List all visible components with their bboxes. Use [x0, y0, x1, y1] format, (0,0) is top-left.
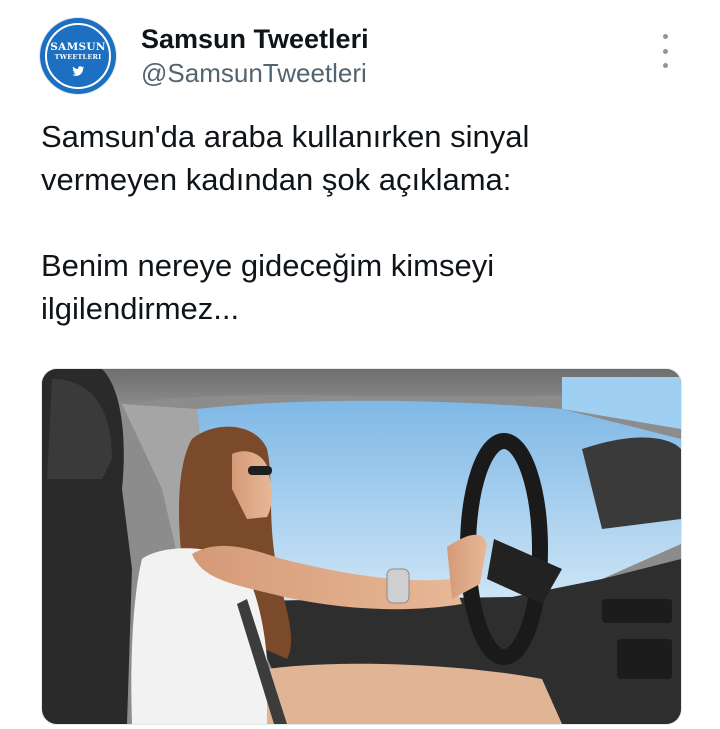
- author-handle[interactable]: @SamsunTweetleri: [141, 58, 367, 89]
- author-display-name[interactable]: Samsun Tweetleri: [141, 24, 369, 55]
- twitter-bird-icon: [72, 66, 85, 76]
- tweet-photo[interactable]: [41, 368, 682, 725]
- avatar-logo-line2: TWEETLERI: [54, 53, 102, 61]
- avatar-logo-line1: SAMSUN: [50, 41, 106, 53]
- avatar[interactable]: SAMSUN TWEETLERI: [40, 18, 116, 94]
- more-dot: [662, 63, 668, 68]
- more-dot: [662, 48, 668, 54]
- more-vertical-icon[interactable]: [655, 34, 675, 68]
- more-dot: [662, 34, 668, 39]
- tweet-text: Samsun'da araba kullanırken sinyal verme…: [41, 119, 530, 326]
- tweet-card[interactable]: SAMSUN TWEETLERI Samsun Tweetleri @Samsu…: [0, 0, 720, 729]
- car-interior-photo: [42, 369, 681, 724]
